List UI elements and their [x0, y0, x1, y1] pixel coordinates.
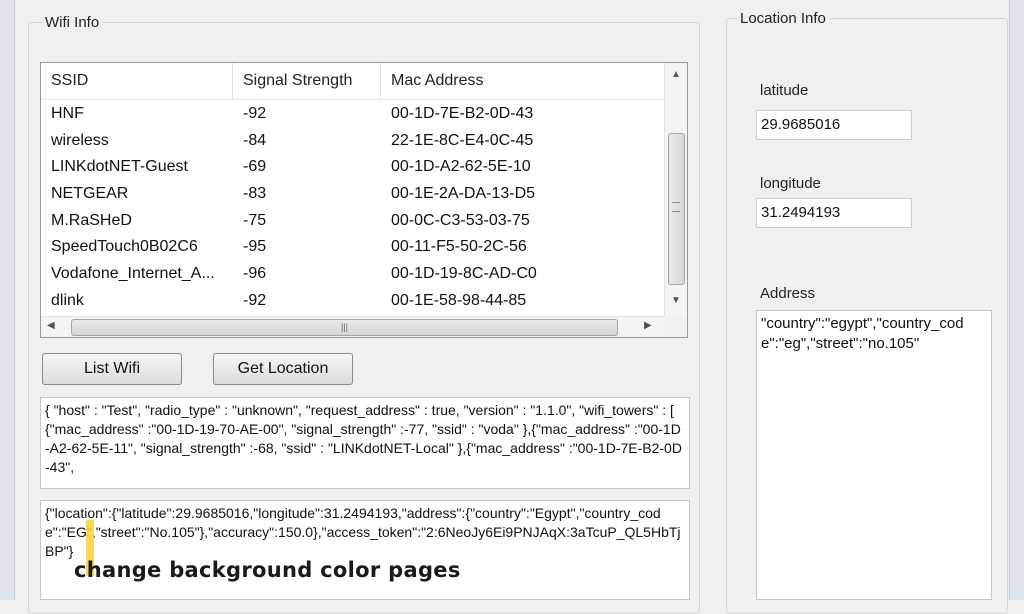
horizontal-scroll-thumb[interactable]: |||: [71, 319, 618, 336]
longitude-field[interactable]: 31.2494193: [756, 198, 912, 228]
scroll-right-arrow-icon[interactable]: ▶: [644, 320, 652, 331]
scroll-left-arrow-icon[interactable]: ◀: [47, 320, 55, 331]
request-json-textbox[interactable]: { "host" : "Test", "radio_type" : "unkno…: [40, 397, 690, 489]
cell-signal-strength: -84: [243, 131, 267, 149]
list-item[interactable]: LINKdotNET-Guest -69 00-1D-A2-62-5E-10: [41, 154, 663, 181]
cell-signal-strength: -96: [243, 265, 267, 283]
column-header-mac-address[interactable]: Mac Address: [381, 63, 663, 99]
scroll-down-arrow-icon[interactable]: ▼: [665, 295, 687, 306]
cell-signal-strength: -95: [243, 238, 267, 256]
list-header: SSID Signal Strength Mac Address: [41, 63, 663, 100]
cell-ssid: M.RaSHeD: [51, 211, 132, 229]
vertical-scrollbar[interactable]: ▲ ▼: [664, 63, 687, 317]
cell-signal-strength: -92: [243, 105, 267, 122]
cell-ssid: SpeedTouch0B02C6: [51, 238, 198, 256]
cell-ssid: dlink: [51, 291, 84, 309]
latitude-field[interactable]: 29.9685016: [756, 110, 912, 140]
list-item[interactable]: M.RaSHeD -75 00-0C-C3-53-03-75: [41, 208, 663, 235]
latitude-label: latitude: [760, 82, 809, 99]
horizontal-scrollbar[interactable]: ◀ ||| ▶: [41, 316, 665, 337]
cell-signal-strength: -69: [243, 158, 267, 176]
address-textbox[interactable]: "country":"egypt","country_code":"eg","s…: [756, 310, 992, 600]
get-location-button[interactable]: Get Location: [213, 353, 353, 385]
cell-signal-strength: -83: [243, 185, 267, 203]
address-label: Address: [760, 285, 816, 302]
list-item[interactable]: wireless -84 22-1E-8C-E4-0C-45: [41, 128, 663, 155]
cell-ssid: HNF: [51, 105, 84, 122]
response-json-textbox[interactable]: {"location":{"latitude":29.9685016,"long…: [40, 500, 690, 600]
application-window: Wifi Info SSID Signal Strength Mac Addre…: [0, 0, 1024, 614]
cell-mac-address: 00-1E-2A-DA-13-D5: [391, 185, 536, 203]
list-wifi-button[interactable]: List Wifi: [42, 353, 182, 385]
list-item[interactable]: dlink -92 00-1E-58-98-44-85: [41, 288, 663, 315]
cell-ssid: Vodafone_Internet_A...: [51, 265, 215, 283]
wifi-list-view[interactable]: SSID Signal Strength Mac Address HNF -92 0…: [40, 62, 688, 338]
list-item[interactable]: SpeedTouch0B02C6 -95 00-11-F5-50-2C-56: [41, 234, 663, 261]
cell-ssid: wireless: [51, 131, 109, 149]
cell-mac-address: 00-11-F5-50-2C-56: [391, 238, 527, 256]
window-right-border: [1009, 0, 1024, 600]
window-left-border: [0, 0, 15, 600]
list-item[interactable]: HNF -92 00-1D-7E-B2-0D-43: [41, 101, 663, 128]
cell-signal-strength: -92: [243, 291, 267, 309]
scroll-grip-icon: |||: [340, 322, 348, 332]
cell-signal-strength: -75: [243, 211, 267, 229]
wifi-info-title: Wifi Info: [42, 14, 103, 31]
cell-mac-address: 00-1D-19-8C-AD-C0: [391, 265, 537, 283]
list-item[interactable]: Vodafone_Internet_A... -96 00-1D-19-8C-AD-…: [41, 261, 663, 288]
list-body: HNF -92 00-1D-7E-B2-0D-43 wireless -84 22-1E-…: [41, 101, 663, 315]
overlay-caption: change background color pages: [74, 558, 461, 582]
cell-mac-address: 00-1E-58-98-44-85: [391, 291, 527, 309]
cell-mac-address: 22-1E-8C-E4-0C-45: [391, 131, 534, 149]
cell-mac-address: 00-0C-C3-53-03-75: [391, 211, 530, 229]
list-item[interactable]: NETGEAR -83 00-1E-2A-DA-13-D5: [41, 181, 663, 208]
column-header-ssid[interactable]: SSID: [41, 63, 233, 99]
column-header-signal-strength[interactable]: Signal Strength: [233, 63, 381, 99]
cell-mac-address: 00-1D-7E-B2-0D-43: [391, 105, 534, 122]
vertical-scroll-thumb[interactable]: [668, 133, 685, 285]
location-info-title: Location Info: [737, 10, 829, 27]
cell-mac-address: 00-1D-A2-62-5E-10: [391, 158, 531, 176]
scroll-grip-icon: [672, 202, 680, 212]
scrollbar-corner: [665, 317, 687, 337]
cell-ssid: NETGEAR: [51, 185, 129, 203]
scroll-up-arrow-icon[interactable]: ▲: [665, 69, 687, 80]
cell-ssid: LINKdotNET-Guest: [51, 158, 188, 176]
longitude-label: longitude: [760, 175, 821, 192]
